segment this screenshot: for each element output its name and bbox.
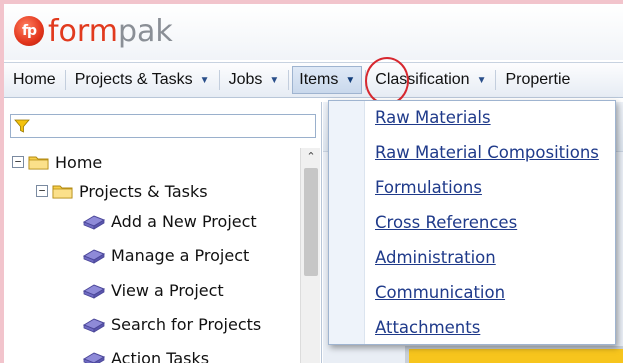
menu-jobs[interactable]: Jobs ▼ <box>220 63 289 97</box>
collapse-toggle-icon[interactable]: − <box>12 156 24 168</box>
tree-node-label: View a Project <box>111 280 224 300</box>
caret-down-icon: ▼ <box>199 74 210 86</box>
menu-properties-label: Propertie <box>505 71 571 88</box>
logo-word-form: form <box>48 13 118 49</box>
tree-node-label: Search for Projects <box>111 314 262 334</box>
content-yellow-banner <box>409 349 623 363</box>
navigation-panel: − Home − Projects & Tasks Add a New Proj… <box>4 102 322 363</box>
book-stack-icon <box>82 352 106 363</box>
tree-node-label: Projects & Tasks <box>79 181 208 201</box>
logo-mark-icon: fp <box>14 16 44 46</box>
tree-node-action-tasks[interactable]: Action Tasks <box>82 344 209 363</box>
tree-node-label: Home <box>55 152 103 172</box>
logo-word-pak: pak <box>117 13 173 49</box>
tree-filter-input[interactable] <box>10 114 316 138</box>
tree-node-label: Manage a Project <box>111 245 250 265</box>
caret-down-icon[interactable]: ▼ <box>345 75 355 86</box>
folder-icon <box>28 156 49 170</box>
collapse-toggle-icon[interactable]: − <box>36 185 48 197</box>
dropdown-item-communication[interactable]: Communication <box>375 279 505 305</box>
menu-jobs-label: Jobs <box>228 71 263 88</box>
tree-node-home[interactable]: − Home <box>12 148 102 176</box>
dropdown-item-cross-references[interactable]: Cross References <box>375 209 517 235</box>
menu-classification[interactable]: Classification ▼ <box>366 63 495 97</box>
book-stack-icon <box>82 284 106 299</box>
formpak-logo[interactable]: fp form pak <box>14 13 173 49</box>
items-dropdown-menu: Raw Materials Raw Material Compositions … <box>328 100 616 345</box>
tree-node-manage-project[interactable]: Manage a Project <box>82 241 249 269</box>
scroll-up-arrow-icon[interactable]: ⌃ <box>301 148 321 166</box>
tree-node-label: Action Tasks <box>111 348 210 363</box>
tree-node-search-projects[interactable]: Search for Projects <box>82 310 261 338</box>
tree-node-label: Add a New Project <box>111 211 257 231</box>
caret-down-icon: ▼ <box>476 74 487 86</box>
tree-node-view-project[interactable]: View a Project <box>82 276 224 304</box>
tree-node-add-new-project[interactable]: Add a New Project <box>82 207 257 235</box>
menu-projects-tasks[interactable]: Projects & Tasks ▼ <box>66 63 219 97</box>
navigation-tree: − Home − Projects & Tasks Add a New Proj… <box>4 148 300 363</box>
dropdown-item-raw-materials[interactable]: Raw Materials <box>375 104 491 130</box>
menu-items[interactable]: Items ▼ <box>292 66 363 94</box>
dropdown-item-raw-material-compositions[interactable]: Raw Material Compositions <box>375 139 599 165</box>
menu-home[interactable]: Home <box>4 63 65 97</box>
folder-icon <box>52 185 73 199</box>
book-stack-icon <box>82 249 106 264</box>
menu-separator <box>288 70 290 90</box>
menu-properties[interactable]: Propertie <box>496 63 579 97</box>
book-stack-icon <box>82 318 106 333</box>
app-header: fp form pak <box>4 4 623 60</box>
scroll-thumb[interactable] <box>304 168 318 276</box>
dropdown-item-attachments[interactable]: Attachments <box>375 314 480 340</box>
app-frame: fp form pak Home Projects & Tasks ▼ Jobs… <box>4 4 623 363</box>
filter-funnel-icon[interactable] <box>14 118 30 134</box>
menu-projects-tasks-label: Projects & Tasks <box>74 71 193 88</box>
menu-classification-label: Classification <box>375 71 470 88</box>
menu-items-label: Items <box>299 71 339 88</box>
menu-home-label: Home <box>13 71 56 88</box>
dropdown-item-formulations[interactable]: Formulations <box>375 174 482 200</box>
book-stack-icon <box>82 215 106 230</box>
tree-node-projects-tasks[interactable]: − Projects & Tasks <box>36 177 208 205</box>
dropdown-item-administration[interactable]: Administration <box>375 244 496 270</box>
tree-scrollbar[interactable]: ⌃ <box>300 148 320 363</box>
caret-down-icon: ▼ <box>269 74 280 86</box>
dropdown-icon-gutter <box>329 101 365 344</box>
main-menubar: Home Projects & Tasks ▼ Jobs ▼ Items ▼ C… <box>4 62 623 98</box>
